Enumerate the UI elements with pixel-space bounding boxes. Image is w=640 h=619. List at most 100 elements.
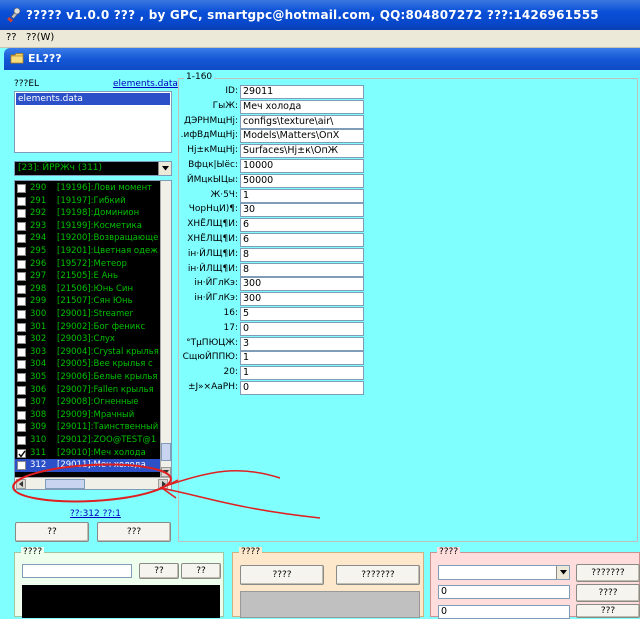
item-checkbox[interactable] bbox=[17, 184, 26, 193]
list-item[interactable]: 292 [19198]:Доминион bbox=[15, 207, 161, 220]
item-checkbox[interactable] bbox=[17, 221, 26, 231]
item-checkbox[interactable] bbox=[17, 423, 26, 433]
group3-button-1[interactable]: ??????? bbox=[576, 564, 640, 582]
field-value-input[interactable]: 6 bbox=[240, 218, 364, 233]
elements-data-link[interactable]: elements.data bbox=[113, 79, 178, 89]
group2-button-1[interactable]: ???? bbox=[240, 565, 324, 585]
list-item[interactable]: 294 [19200]:Возвращающе bbox=[15, 232, 161, 245]
field-label: 16: bbox=[223, 308, 238, 318]
app-title-bar: ????? v1.0.0 ??? , by GPC, smartgpc@hotm… bbox=[0, 0, 640, 30]
vertical-scrollbar[interactable] bbox=[160, 181, 171, 477]
item-checkbox[interactable] bbox=[17, 347, 26, 357]
group3-button-3[interactable]: ??? bbox=[576, 604, 640, 618]
field-value-input[interactable]: 300 bbox=[240, 277, 364, 292]
item-name: [19197]:Гибкий bbox=[57, 195, 126, 206]
list-item[interactable]: 291 [19197]:Гибкий bbox=[15, 195, 161, 208]
list-item[interactable]: 290 [19196]:Лови момент bbox=[15, 182, 161, 195]
field-value-input[interactable]: Меч холода bbox=[240, 99, 364, 114]
file-list-item[interactable]: elements.data bbox=[16, 93, 170, 105]
item-checkbox[interactable] bbox=[17, 247, 26, 256]
group3-value-1[interactable]: 0 bbox=[438, 585, 570, 599]
item-checkbox[interactable] bbox=[17, 259, 26, 269]
bottom-group-2: ???? ???? ??????? bbox=[232, 547, 424, 618]
item-checkbox[interactable] bbox=[17, 360, 26, 370]
field-label: ін·ЙГлКэ: bbox=[194, 278, 238, 289]
field-value-input[interactable]: 6 bbox=[240, 233, 364, 247]
field-value-input[interactable]: 300 bbox=[240, 292, 364, 307]
item-checkbox[interactable] bbox=[17, 335, 26, 345]
item-checkbox[interactable] bbox=[17, 373, 26, 382]
item-name: [19196]:Лови момент bbox=[57, 183, 153, 193]
field-value-input[interactable]: 5 bbox=[240, 307, 364, 321]
field-value-input[interactable]: configs\texture\air\ bbox=[240, 114, 364, 129]
group1-button-1[interactable]: ?? bbox=[139, 563, 179, 579]
field-value-input[interactable]: Models\Matters\ОпХ bbox=[240, 129, 364, 144]
item-checkbox[interactable] bbox=[17, 310, 26, 319]
group3-button-2[interactable]: ???? bbox=[576, 584, 640, 602]
field-value-input[interactable]: 29011 bbox=[240, 85, 364, 99]
field-value-input[interactable]: 1 bbox=[240, 188, 364, 203]
folder-icon bbox=[10, 53, 24, 64]
item-checkbox[interactable] bbox=[17, 410, 26, 420]
item-name: [29006]:Белые крылья bbox=[57, 372, 158, 382]
el-label: ???EL bbox=[14, 79, 40, 89]
list-item[interactable]: 307 [29008]:Огненные bbox=[15, 396, 161, 409]
field-value-input[interactable]: 8 bbox=[240, 262, 364, 277]
field-label: ГыЖ: bbox=[212, 100, 238, 111]
item-checkbox[interactable] bbox=[17, 196, 26, 206]
field-label: ін·ЙГлКэ: bbox=[194, 293, 238, 304]
list-item[interactable]: 309 [29011]:Таинственный bbox=[15, 421, 161, 434]
list-item[interactable]: 298 [21506]:Юнь Син bbox=[15, 283, 161, 296]
field-value-input[interactable]: 1 bbox=[240, 366, 364, 381]
field-value-input[interactable]: 0 bbox=[240, 381, 364, 395]
field-label: Вфцк|Ыёс: bbox=[188, 160, 238, 170]
list-item[interactable]: 296 [19572]:Метеор bbox=[15, 258, 161, 271]
dropdown-arrow-icon[interactable] bbox=[158, 162, 171, 175]
item-checkbox[interactable] bbox=[17, 322, 26, 332]
list-item[interactable]: 299 [21507]:Сян Юнь bbox=[15, 295, 161, 308]
list-item[interactable]: 306 [29007]:Fallen крылья bbox=[15, 384, 161, 397]
field-value-input[interactable]: 1 bbox=[240, 351, 364, 366]
list-item[interactable]: 297 [21505]:Е Ань bbox=[15, 270, 161, 283]
item-number: 293 bbox=[30, 220, 47, 231]
menu-item-file[interactable]: ?? bbox=[6, 32, 17, 43]
category-select[interactable]: [23]: ЙРРЖч (311) bbox=[14, 161, 172, 176]
item-number: 307 bbox=[30, 397, 47, 408]
field-value-input[interactable]: 50000 bbox=[240, 173, 364, 188]
item-name: [19201]:Цветная одеж bbox=[57, 246, 158, 256]
item-checkbox[interactable] bbox=[17, 284, 26, 294]
list-item[interactable]: 295 [19201]:Цветная одеж bbox=[15, 245, 161, 258]
list-item[interactable]: 305 [29006]:Белые крылья bbox=[15, 371, 161, 384]
file-list[interactable]: elements.data bbox=[14, 91, 172, 153]
item-checkbox[interactable] bbox=[17, 234, 26, 244]
list-item[interactable]: 308 [29009]:Мрачный bbox=[15, 409, 161, 422]
item-checkbox[interactable] bbox=[17, 272, 26, 282]
list-item[interactable]: 300 [29001]:Streamer bbox=[15, 308, 161, 321]
item-checkbox[interactable] bbox=[17, 385, 26, 395]
field-value-input[interactable]: Surfaces\Нj±к\ОпЖ bbox=[240, 144, 364, 159]
item-checkbox[interactable] bbox=[17, 209, 26, 219]
field-label: .ифВдМщНj: bbox=[180, 130, 238, 141]
menu-bar: ?? ??(W) bbox=[0, 30, 640, 48]
item-number: 291 bbox=[30, 195, 47, 206]
search-input[interactable] bbox=[22, 564, 132, 578]
item-checkbox[interactable] bbox=[17, 398, 26, 408]
list-item[interactable]: 293 [19199]:Косметика bbox=[15, 220, 161, 233]
field-value-input[interactable]: 30 bbox=[240, 203, 364, 218]
field-value-input[interactable]: 10000 bbox=[240, 159, 364, 173]
list-item[interactable]: 302 [29003]:Слух bbox=[15, 333, 161, 346]
group3-select[interactable] bbox=[438, 565, 570, 580]
field-label: ДЭРНМщНj: bbox=[183, 115, 238, 126]
field-value-input[interactable]: 3 bbox=[240, 336, 364, 351]
dropdown-arrow-icon[interactable] bbox=[556, 566, 569, 579]
item-checkbox[interactable] bbox=[17, 297, 26, 307]
menu-item-window[interactable]: ??(W) bbox=[26, 32, 54, 43]
field-value-input[interactable]: 8 bbox=[240, 247, 364, 262]
group1-button-2[interactable]: ?? bbox=[181, 563, 221, 579]
field-value-input[interactable]: 0 bbox=[240, 321, 364, 336]
group2-button-2[interactable]: ??????? bbox=[336, 565, 420, 585]
list-item[interactable]: 303 [29004]:Crystal крылья bbox=[15, 346, 161, 359]
list-item[interactable]: 301 [29002]:Бог феникс bbox=[15, 321, 161, 334]
item-number: 303 bbox=[30, 346, 47, 357]
list-item[interactable]: 304 [29005]:Вее крылья с bbox=[15, 358, 161, 371]
